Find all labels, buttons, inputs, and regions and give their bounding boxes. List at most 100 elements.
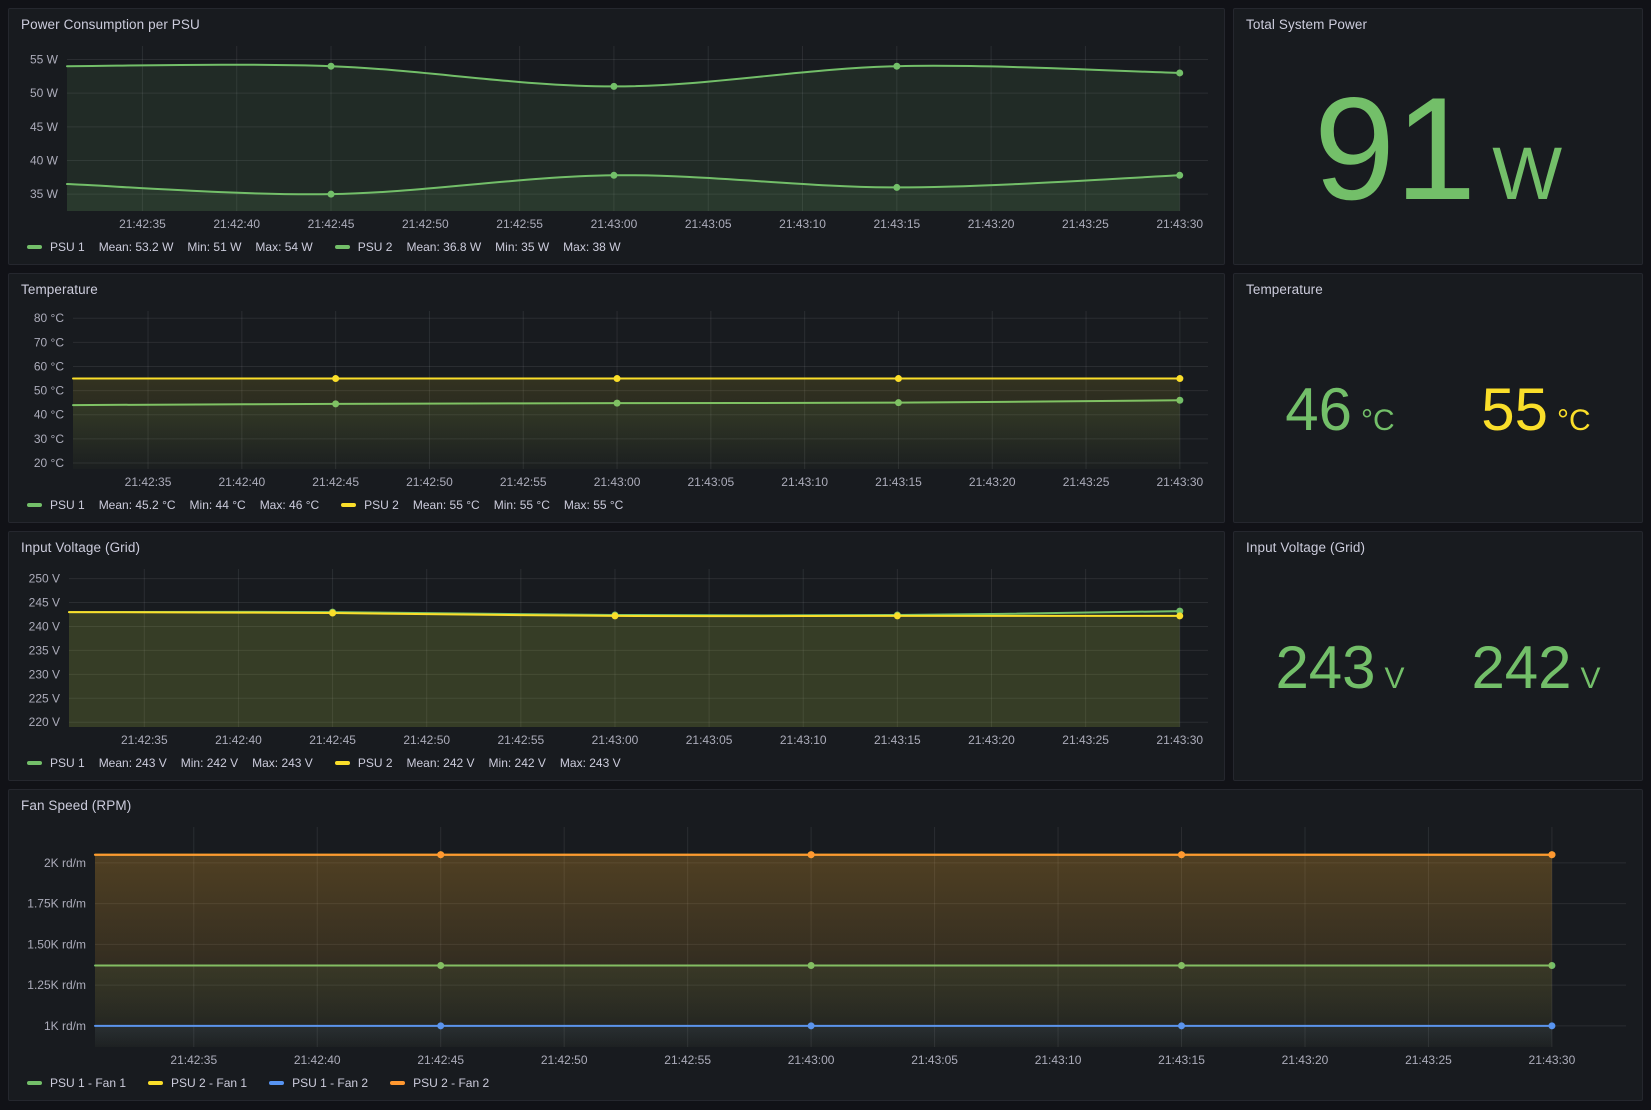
y-axis-tick-label: 50 W xyxy=(30,86,59,100)
legend-series-name[interactable]: PSU 1 xyxy=(50,240,85,254)
legend-item-psu-2[interactable]: PSU 2Mean: 36.8 WMin: 35 WMax: 38 W xyxy=(335,240,621,254)
panel-title-fan-speed[interactable]: Fan Speed (RPM) xyxy=(17,797,1634,819)
panel-title-temperature[interactable]: Temperature xyxy=(17,281,1216,303)
y-axis-tick-label: 225 V xyxy=(29,691,60,705)
legend-item-psu-1-fan-1[interactable]: PSU 1 - Fan 1 xyxy=(27,1076,126,1090)
x-axis-tick-label: 21:42:55 xyxy=(500,475,547,489)
x-axis-tick-label: 21:42:45 xyxy=(312,475,359,489)
x-axis-tick-label: 21:42:55 xyxy=(497,733,544,747)
legend-series-name[interactable]: PSU 2 xyxy=(364,498,399,512)
legend-series-name[interactable]: PSU 1 - Fan 2 xyxy=(292,1076,368,1090)
x-axis-tick-label: 21:43:00 xyxy=(788,1053,835,1067)
legend-color-swatch xyxy=(341,503,356,507)
x-axis-tick-label: 21:42:35 xyxy=(125,475,172,489)
y-axis-tick-label: 45 W xyxy=(30,120,59,134)
x-axis-tick-label: 21:42:40 xyxy=(213,217,260,231)
legend-series-name[interactable]: PSU 2 - Fan 1 xyxy=(171,1076,247,1090)
legend-series-stat: Max: 54 W xyxy=(255,240,312,254)
legend-item-psu-1[interactable]: PSU 1Mean: 53.2 WMin: 51 WMax: 54 W xyxy=(27,240,313,254)
y-axis-tick-label: 20 °C xyxy=(34,456,64,470)
y-axis-tick-label: 220 V xyxy=(29,715,60,729)
voltage-stats: 243 V 242 V xyxy=(1242,561,1634,775)
legend-item-psu-1[interactable]: PSU 1Mean: 243 VMin: 242 VMax: 243 V xyxy=(27,756,313,770)
x-axis-tick-label: 21:43:00 xyxy=(592,733,639,747)
legend-series-stat: Mean: 53.2 W xyxy=(99,240,174,254)
dashboard-row-1: Power Consumption per PSU 35 W 40 W 45 W 50… xyxy=(8,8,1643,265)
panel-title-total-power[interactable]: Total System Power xyxy=(1242,16,1634,38)
grafana-dashboard: Power Consumption per PSU 35 W 40 W 45 W 50… xyxy=(0,0,1651,1110)
dashboard-row-4: Fan Speed (RPM) 1K rd/m1.25K rd/m1.50K r… xyxy=(8,789,1643,1101)
psu1-voltage-value: 243 V xyxy=(1275,638,1404,698)
legend-series-stat: Min: 242 V xyxy=(181,756,238,770)
y-axis-tick-label: 40 °C xyxy=(34,408,64,422)
y-axis-tick-label: 250 V xyxy=(29,572,60,586)
x-axis-tick-label: 21:43:00 xyxy=(594,475,641,489)
legend-color-swatch xyxy=(335,761,350,765)
x-axis-tick-label: 21:43:25 xyxy=(1063,475,1110,489)
stat-unit: W xyxy=(1492,137,1562,211)
legend-item-psu-2[interactable]: PSU 2Mean: 242 VMin: 242 VMax: 243 V xyxy=(335,756,621,770)
stat-number: 46 xyxy=(1285,380,1352,440)
legend-series-name[interactable]: PSU 2 xyxy=(358,756,393,770)
x-axis-tick-label: 21:43:10 xyxy=(779,217,826,231)
stat-unit: °C xyxy=(1557,406,1591,436)
legend-color-swatch xyxy=(27,245,42,249)
x-axis-tick-label: 21:43:20 xyxy=(1282,1053,1329,1067)
legend-series-name[interactable]: PSU 1 - Fan 1 xyxy=(50,1076,126,1090)
chart-svg: 35 W40 W45 W50 W55 W21:42:3521:42:4021:4… xyxy=(17,38,1216,235)
temperature-stats: 46 °C 55 °C xyxy=(1242,303,1634,517)
legend-item-psu-2-fan-2[interactable]: PSU 2 - Fan 2 xyxy=(390,1076,489,1090)
y-axis-tick-label: 70 °C xyxy=(34,335,64,349)
y-axis-tick-label: 40 W xyxy=(30,153,59,167)
psu1-temperature-value: 46 °C xyxy=(1285,380,1394,440)
x-axis-tick-label: 21:43:25 xyxy=(1405,1053,1452,1067)
x-axis-tick-label: 21:43:05 xyxy=(687,475,734,489)
legend-series-name[interactable]: PSU 2 - Fan 2 xyxy=(413,1076,489,1090)
legend-item-psu-1-fan-2[interactable]: PSU 1 - Fan 2 xyxy=(269,1076,368,1090)
legend-item-psu-2[interactable]: PSU 2Mean: 55 °CMin: 55 °CMax: 55 °C xyxy=(341,498,623,512)
legend-color-swatch xyxy=(27,1081,42,1085)
stat-number: 55 xyxy=(1481,380,1548,440)
power-chart-plot[interactable]: 35 W40 W45 W50 W55 W21:42:3521:42:4021:4… xyxy=(17,38,1216,235)
legend-color-swatch xyxy=(335,245,350,249)
panel-title-temperature-stat[interactable]: Temperature xyxy=(1242,281,1634,303)
x-axis-tick-label: 21:42:50 xyxy=(403,733,450,747)
panel-title-voltage-stat[interactable]: Input Voltage (Grid) xyxy=(1242,539,1634,561)
panel-power-consumption: Power Consumption per PSU 35 W 40 W 45 W 50… xyxy=(8,8,1225,265)
temperature-chart-plot[interactable]: 20 °C30 °C40 °C50 °C60 °C70 °C80 °C21:42… xyxy=(17,303,1216,493)
legend-item-psu-1[interactable]: PSU 1Mean: 45.2 °CMin: 44 °CMax: 46 °C xyxy=(27,498,319,512)
dashboard-row-2: Temperature 20 °C30 °C40 °C50 °C60 °C70 … xyxy=(8,273,1643,523)
chart-svg: 20 °C30 °C40 °C50 °C60 °C70 °C80 °C21:42… xyxy=(17,303,1216,493)
x-axis-tick-label: 21:42:45 xyxy=(417,1053,464,1067)
x-axis-tick-label: 21:42:40 xyxy=(294,1053,341,1067)
panel-title-power[interactable]: Power Consumption per PSU xyxy=(17,16,1216,38)
panel-title-voltage[interactable]: Input Voltage (Grid) xyxy=(17,539,1216,561)
legend-series-name[interactable]: PSU 1 xyxy=(50,498,85,512)
y-axis-tick-label: 50 °C xyxy=(34,384,64,398)
x-axis-tick-label: 21:43:10 xyxy=(1035,1053,1082,1067)
voltage-chart-plot[interactable]: 220 V225 V230 V235 V240 V245 V250 V21:42… xyxy=(17,561,1216,751)
total-power-value: 91 W xyxy=(1314,76,1562,222)
x-axis-tick-label: 21:43:30 xyxy=(1156,733,1203,747)
legend-series-name[interactable]: PSU 2 xyxy=(358,240,393,254)
x-axis-tick-label: 21:43:30 xyxy=(1156,217,1203,231)
stat-unit: °C xyxy=(1361,406,1395,436)
panel-input-voltage-chart: Input Voltage (Grid) 220 V225 V230 V235 … xyxy=(8,531,1225,781)
voltage-chart-legend: PSU 1Mean: 243 VMin: 242 VMax: 243 VPSU … xyxy=(17,751,1216,775)
legend-series-stat: Mean: 45.2 °C xyxy=(99,498,176,512)
y-axis-tick-label: 80 °C xyxy=(34,311,64,325)
legend-series-stat: Mean: 243 V xyxy=(99,756,167,770)
stat-cell: 91 W xyxy=(1242,76,1634,222)
stat-cell: 46 °C xyxy=(1242,380,1438,440)
legend-series-name[interactable]: PSU 1 xyxy=(50,756,85,770)
legend-item-psu-2-fan-1[interactable]: PSU 2 - Fan 1 xyxy=(148,1076,247,1090)
y-axis-tick-label: 235 V xyxy=(29,643,60,657)
y-axis-tick-label: 35 W xyxy=(30,187,59,201)
x-axis-tick-label: 21:42:35 xyxy=(170,1053,217,1067)
y-axis-tick-label: 1K rd/m xyxy=(44,1019,86,1033)
x-axis-tick-label: 21:43:05 xyxy=(685,217,732,231)
legend-series-stat: Max: 55 °C xyxy=(564,498,623,512)
x-axis-tick-label: 21:43:05 xyxy=(686,733,733,747)
stat-cell: 55 °C xyxy=(1438,380,1634,440)
fan-speed-chart-plot[interactable]: 1K rd/m1.25K rd/m1.50K rd/m1.75K rd/m2K … xyxy=(17,819,1634,1071)
